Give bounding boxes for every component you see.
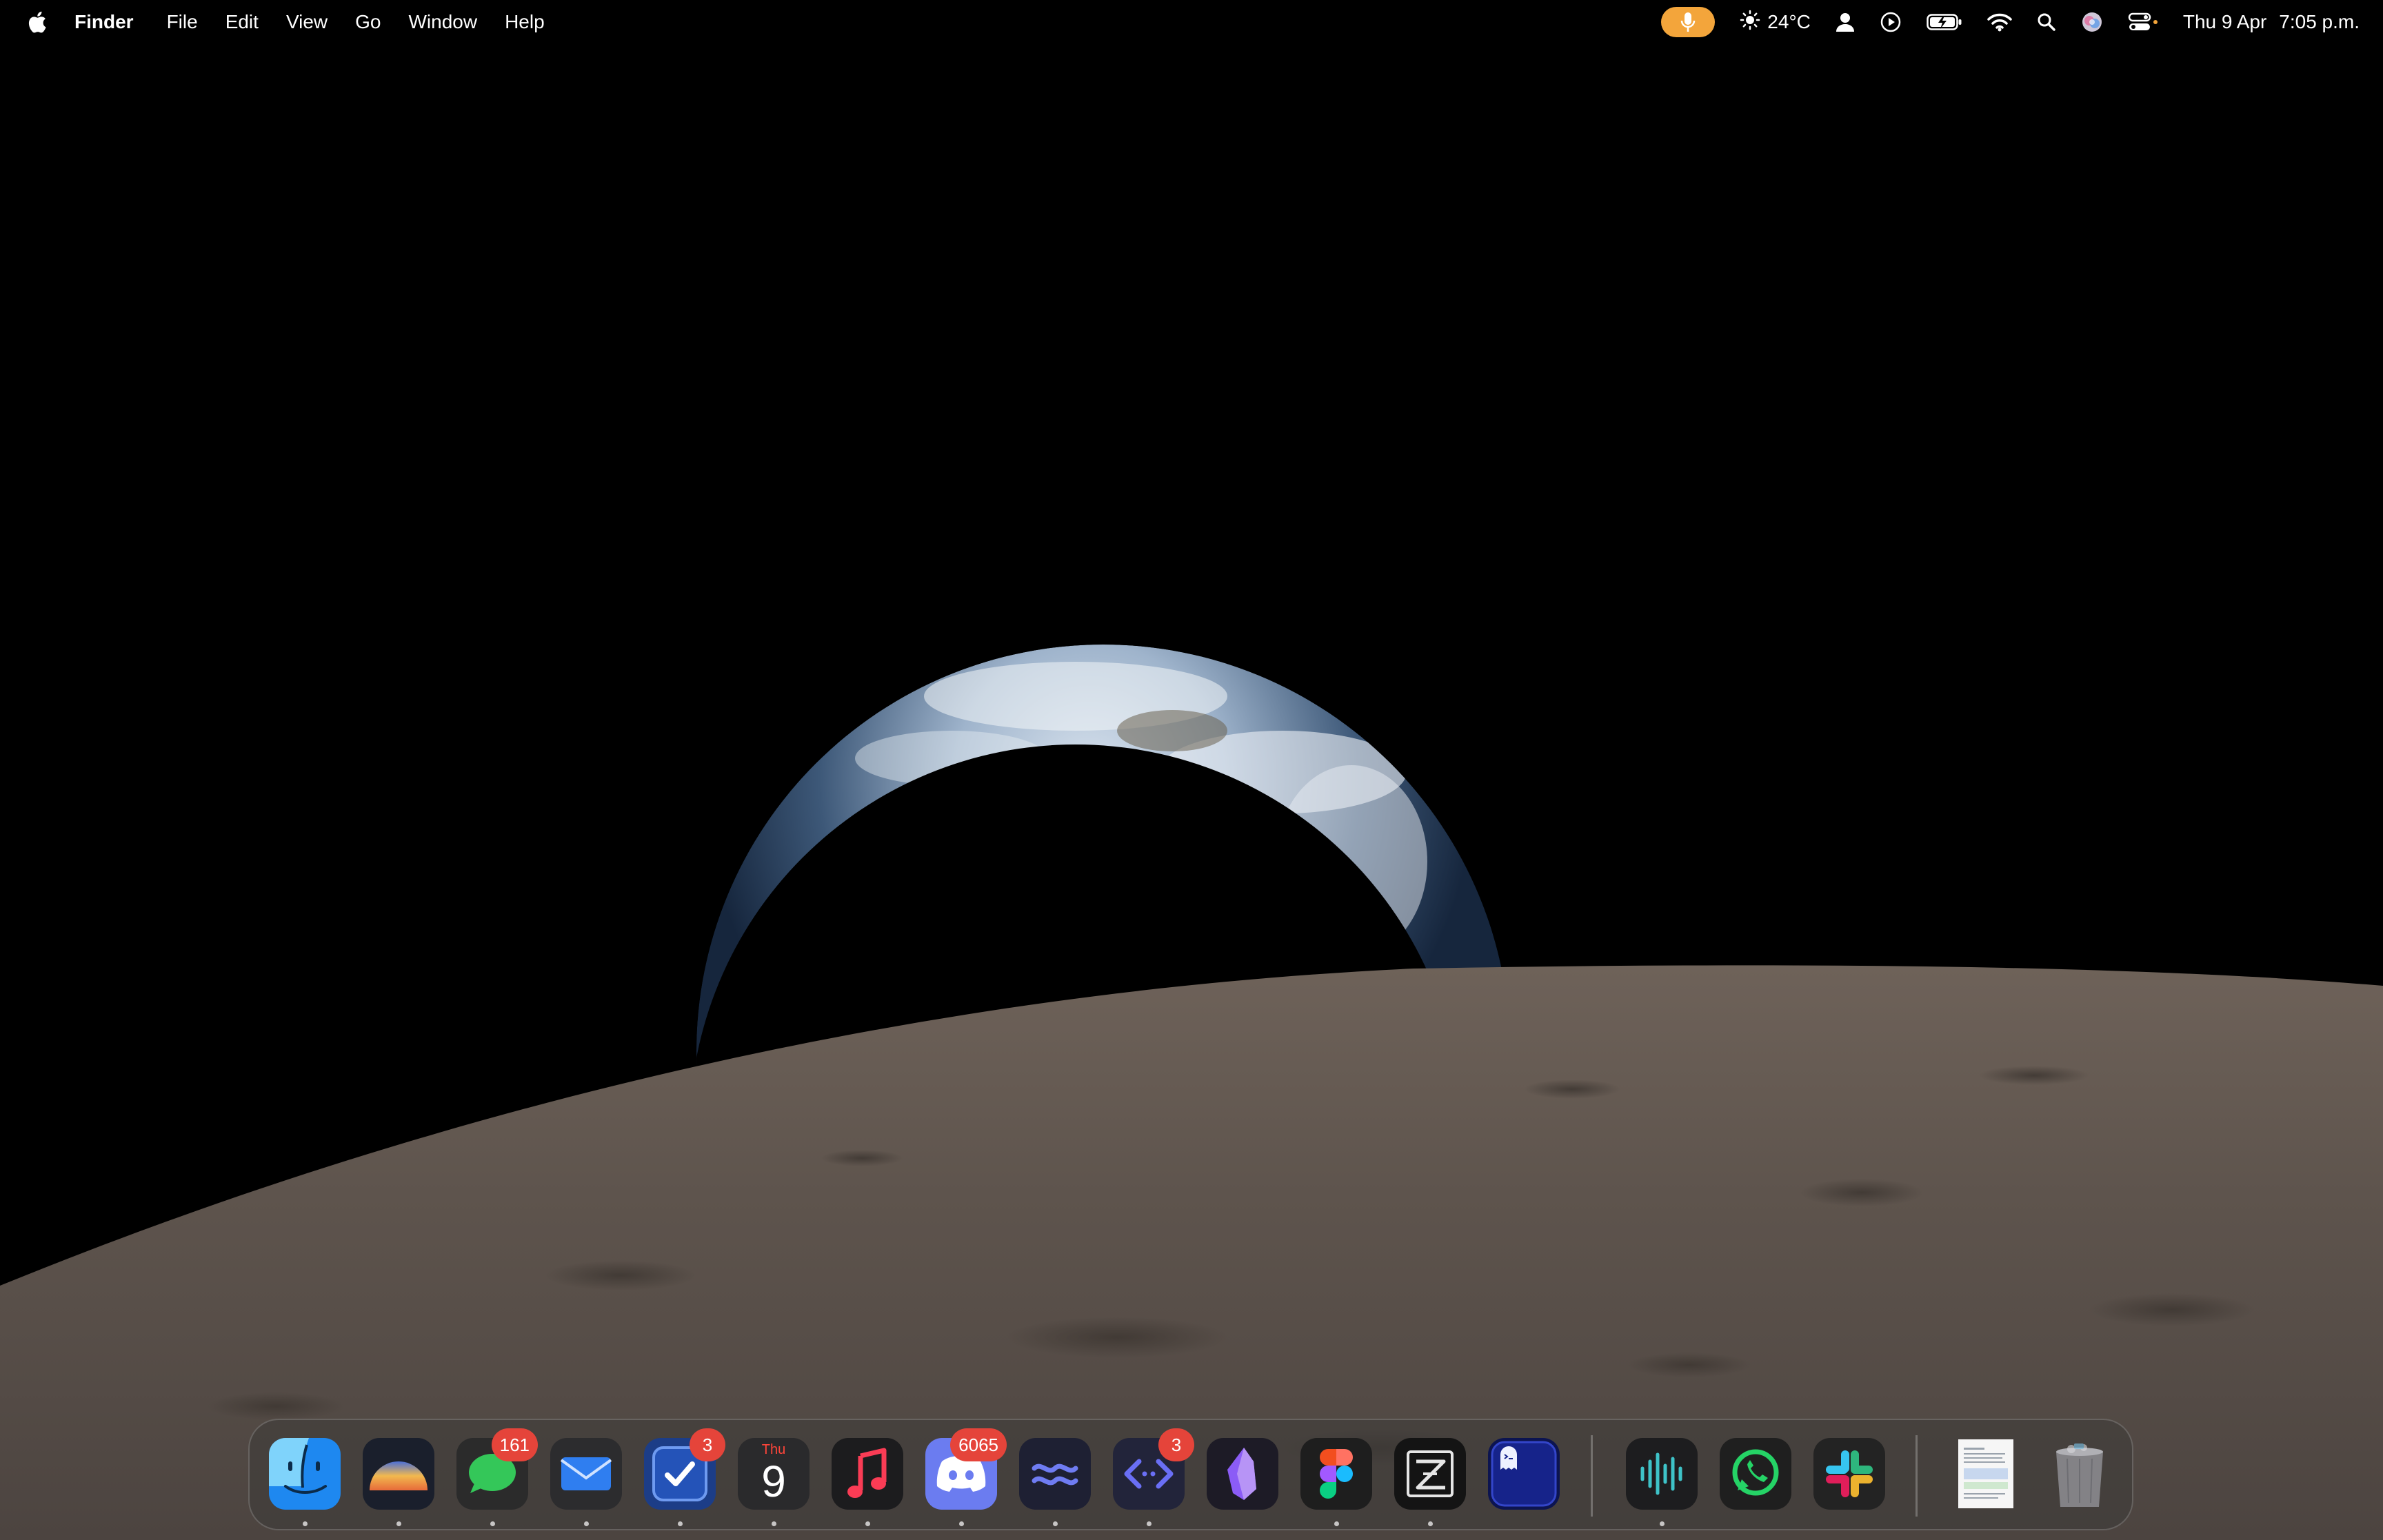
running-indicator: [1147, 1521, 1152, 1526]
running-indicator: [1660, 1521, 1665, 1526]
spotlight-search-icon[interactable]: [2037, 12, 2056, 32]
date-label: Thu 9 Apr: [2182, 11, 2267, 32]
dock-separator: [1591, 1435, 1593, 1517]
menu-bar-left: Finder File Edit View Go Window Help: [0, 0, 572, 44]
apple-logo-icon[interactable]: [25, 8, 48, 36]
microphone-icon[interactable]: [1661, 7, 1716, 37]
waves-icon: [1019, 1438, 1091, 1510]
running-indicator: [1053, 1521, 1058, 1526]
slack-icon: [1813, 1438, 1885, 1510]
waveform-icon: [1626, 1438, 1698, 1510]
menu-bar: Finder File Edit View Go Window Help 24°…: [0, 0, 2383, 44]
menu-window[interactable]: Window: [408, 11, 477, 33]
dock-item-music[interactable]: [832, 1438, 903, 1526]
earthrise-wallpaper: [0, 0, 2383, 1540]
calendar-icon: Thu 9: [738, 1438, 810, 1510]
menu-edit[interactable]: Edit: [225, 11, 259, 33]
running-indicator: [303, 1521, 308, 1526]
dock-item-calendar[interactable]: Thu 9: [738, 1438, 810, 1526]
dock-item-obsidian[interactable]: [1207, 1438, 1278, 1510]
finder-icon: [269, 1438, 341, 1510]
notification-badge: 6065: [950, 1428, 1007, 1461]
dock-item-tasks[interactable]: 3: [644, 1428, 725, 1526]
music-icon: [832, 1438, 903, 1510]
running-indicator: [490, 1521, 495, 1526]
play-circle-icon[interactable]: [1880, 11, 1902, 33]
dock-item-ghost-terminal[interactable]: [1488, 1438, 1560, 1510]
mail-icon: [550, 1438, 622, 1510]
menu-file[interactable]: File: [167, 11, 198, 33]
battery-charging-icon[interactable]: [1927, 12, 1962, 32]
running-indicator: [584, 1521, 589, 1526]
menu-bar-status: 24°C Thu 9 Apr 7:05 p.m.: [1636, 0, 2383, 44]
temperature-label: 24°C: [1767, 11, 1811, 32]
menu-help[interactable]: Help: [505, 11, 545, 33]
calendar-date: 9: [761, 1457, 786, 1506]
notification-badge: 3: [690, 1428, 725, 1461]
wifi-icon[interactable]: [1987, 12, 2012, 32]
dock-item-code-editor[interactable]: 3: [1113, 1428, 1194, 1526]
running-indicator: [1428, 1521, 1433, 1526]
zed-icon: [1394, 1438, 1466, 1510]
ghost-terminal-icon: [1488, 1438, 1560, 1510]
clock[interactable]: Thu 9 Apr 7:05 p.m.: [2183, 11, 2360, 33]
dock-item-waves[interactable]: [1019, 1438, 1091, 1526]
user-icon[interactable]: [1836, 12, 1855, 32]
dock-item-voice-memos[interactable]: [1626, 1438, 1698, 1526]
control-center-icon[interactable]: [2128, 12, 2158, 32]
running-indicator: [396, 1521, 401, 1526]
siri-icon[interactable]: [2081, 11, 2103, 33]
dock-item-document[interactable]: [1950, 1438, 2022, 1510]
dock-separator: [1916, 1435, 1918, 1517]
weather-widget[interactable]: 24°C: [1740, 10, 1811, 35]
dock: 161 3 Thu 9 6065 3: [248, 1419, 2133, 1530]
document-icon: [1950, 1438, 2022, 1510]
running-indicator: [678, 1521, 683, 1526]
dock-item-messages[interactable]: 161: [456, 1428, 538, 1526]
running-indicator: [772, 1521, 776, 1526]
sun-icon: [1740, 10, 1760, 35]
notification-badge: 161: [491, 1428, 538, 1461]
dock-item-sunrise-browser[interactable]: [363, 1438, 434, 1526]
obsidian-crystal-icon: [1207, 1438, 1278, 1510]
menu-view[interactable]: View: [286, 11, 328, 33]
menu-go[interactable]: Go: [355, 11, 381, 33]
dock-item-zed[interactable]: [1394, 1438, 1466, 1526]
dock-item-finder[interactable]: [269, 1438, 341, 1526]
dock-item-mail[interactable]: [550, 1438, 622, 1526]
whatsapp-icon: [1720, 1438, 1791, 1510]
dock-item-figma[interactable]: [1300, 1438, 1372, 1526]
desktop: Finder File Edit View Go Window Help 24°…: [0, 0, 2383, 1540]
dock-item-discord[interactable]: 6065: [925, 1428, 1007, 1526]
running-indicator: [865, 1521, 870, 1526]
figma-icon: [1300, 1438, 1372, 1510]
menu-app-name[interactable]: Finder: [74, 11, 134, 33]
notification-badge: 3: [1158, 1428, 1194, 1461]
dock-item-slack[interactable]: [1813, 1438, 1885, 1510]
dock-item-whatsapp[interactable]: [1720, 1438, 1791, 1510]
running-indicator: [1334, 1521, 1339, 1526]
running-indicator: [959, 1521, 964, 1526]
sunrise-browser-icon: [363, 1438, 434, 1510]
time-label: 7:05 p.m.: [2279, 11, 2360, 32]
trash-icon: [2044, 1438, 2115, 1510]
dock-item-trash[interactable]: [2044, 1438, 2115, 1510]
